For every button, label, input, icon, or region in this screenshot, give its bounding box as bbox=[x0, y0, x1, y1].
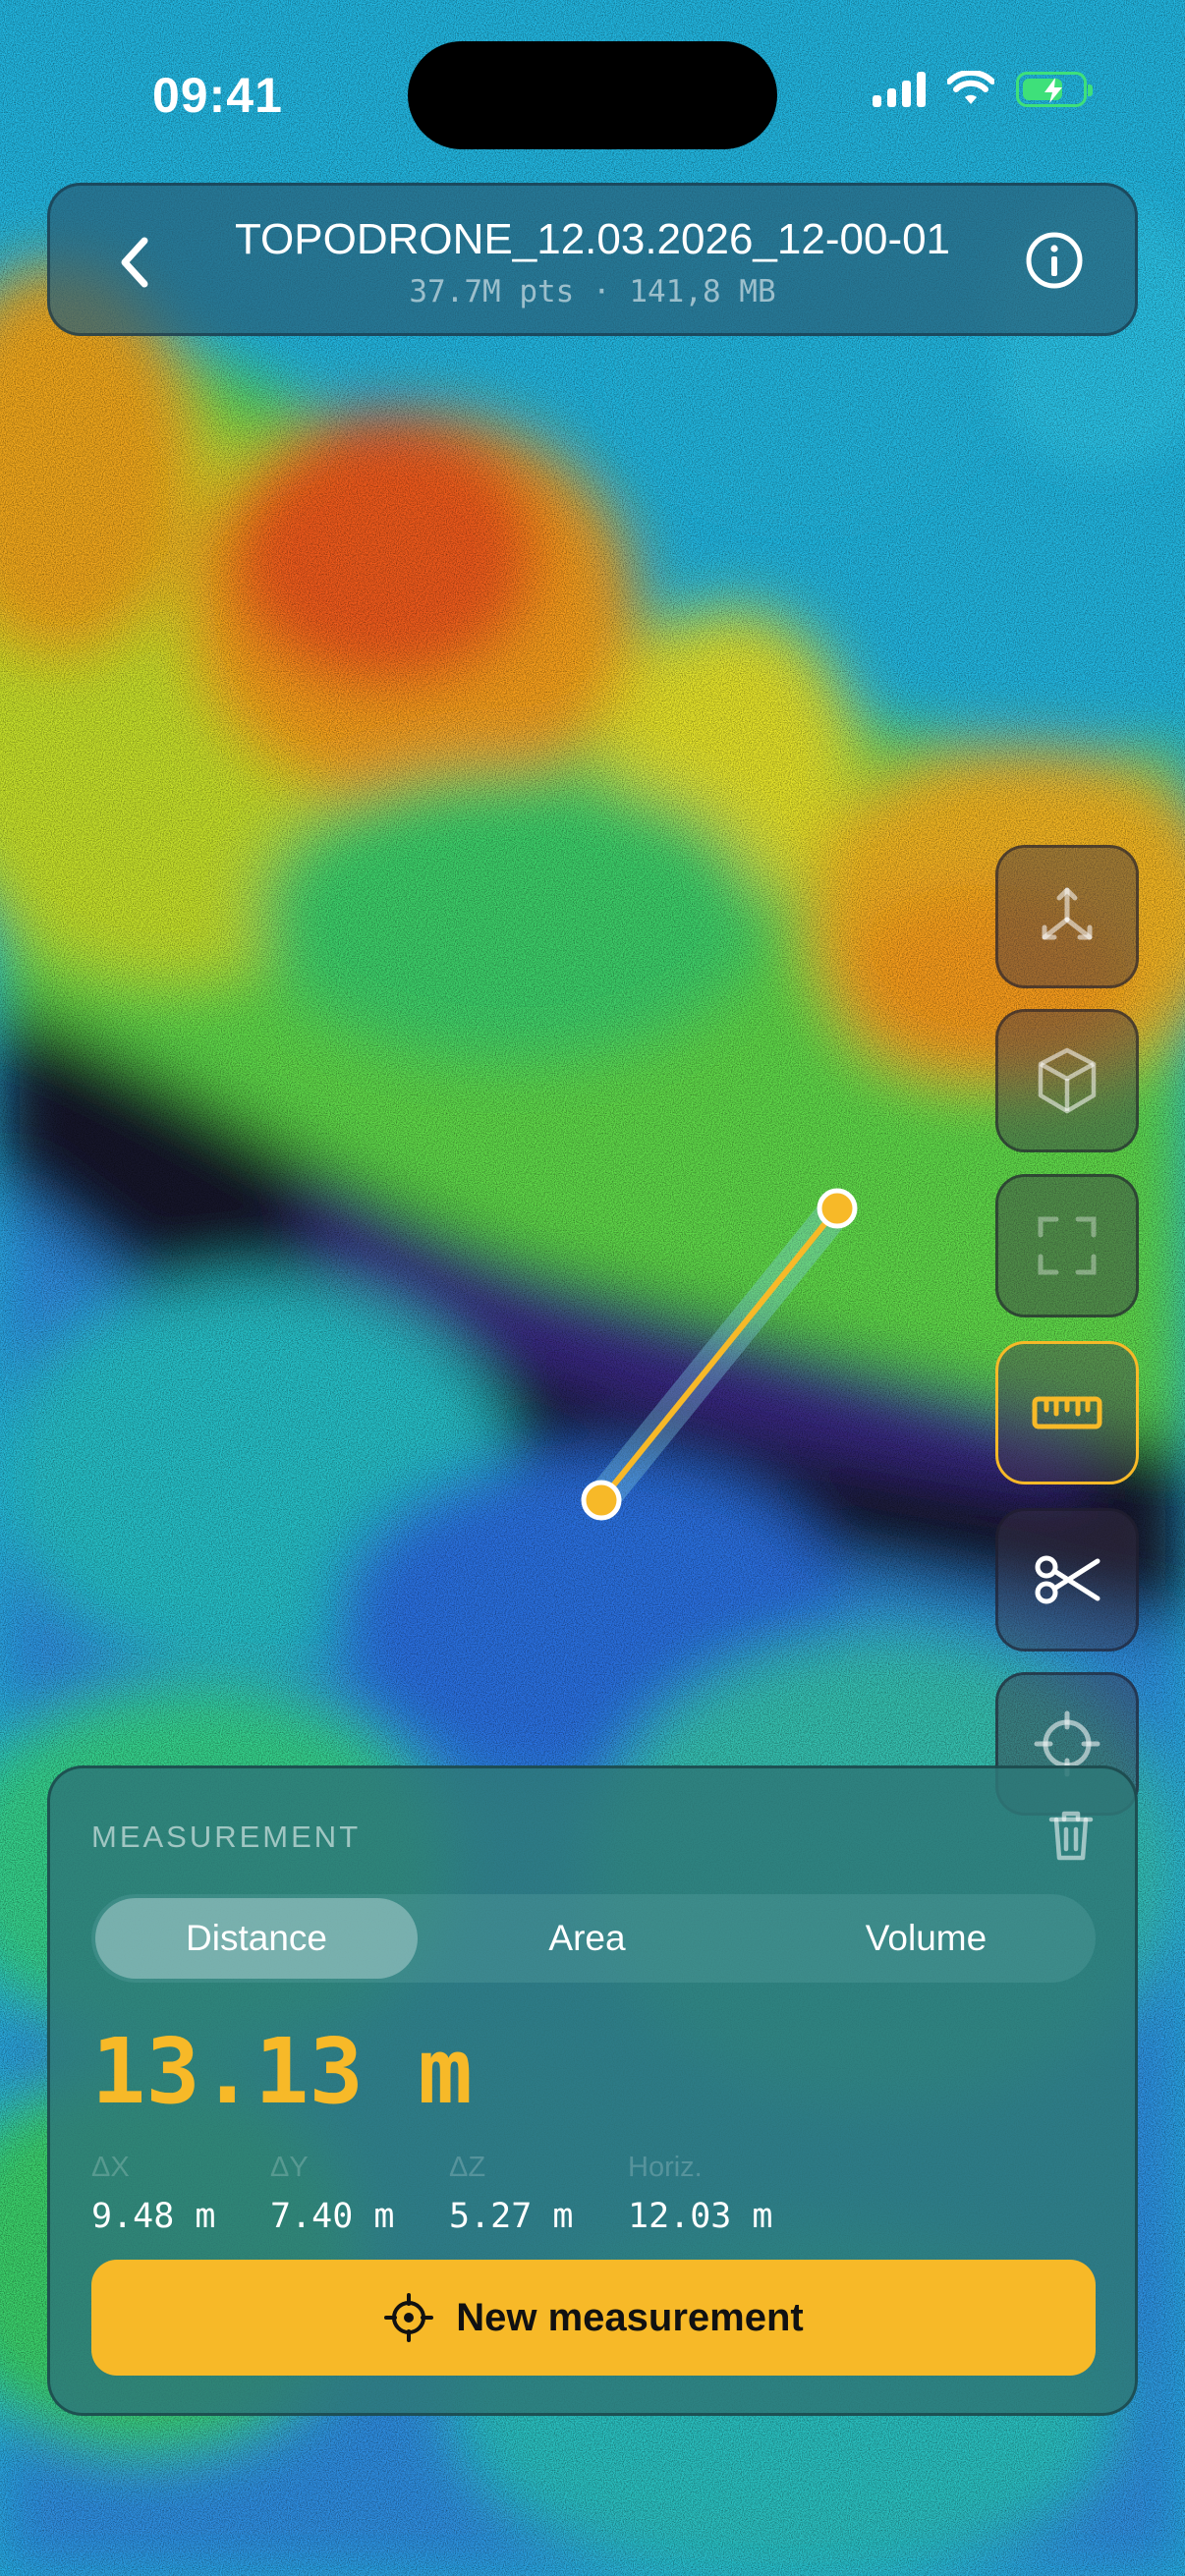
delta-z: ΔZ 5.27 m bbox=[449, 2152, 628, 2236]
ruler-icon bbox=[1032, 1396, 1102, 1429]
delta-row: ΔX 9.48 m ΔY 7.40 m ΔZ 5.27 m Horiz. 12.… bbox=[91, 2152, 807, 2236]
delta-value: 9.48 m bbox=[91, 2197, 216, 2236]
scissors-icon bbox=[1035, 1555, 1100, 1604]
battery-icon bbox=[1016, 72, 1093, 107]
tab-area[interactable]: Area bbox=[422, 1898, 753, 1979]
delta-value: 5.27 m bbox=[449, 2197, 574, 2236]
delta-label: ΔZ bbox=[449, 2152, 486, 2183]
panel-label: MEASUREMENT bbox=[91, 1820, 362, 1854]
frame-select-button[interactable] bbox=[995, 1174, 1139, 1317]
crosshair-icon bbox=[384, 2293, 434, 2342]
tab-volume[interactable]: Volume bbox=[761, 1898, 1092, 1979]
clip-tool-button[interactable] bbox=[995, 1508, 1139, 1652]
file-header: TOPODRONE_12.03.2026_12-00-01 37.7M pts … bbox=[47, 183, 1138, 336]
file-stats: 37.7M pts · 141,8 MB bbox=[409, 274, 776, 309]
delta-label: Horiz. bbox=[628, 2152, 703, 2183]
delta-x: ΔX 9.48 m bbox=[91, 2152, 270, 2236]
trash-icon[interactable] bbox=[1046, 1808, 1096, 1863]
wifi-icon bbox=[947, 71, 994, 104]
delta-value: 7.40 m bbox=[270, 2197, 395, 2236]
measurement-point-start bbox=[581, 1480, 622, 1521]
dynamic-island bbox=[408, 41, 777, 149]
new-measurement-label: New measurement bbox=[456, 2295, 804, 2339]
delta-label: ΔX bbox=[91, 2152, 130, 2183]
delta-horizontal: Horiz. 12.03 m bbox=[628, 2152, 807, 2236]
measurement-panel: MEASUREMENT Distance Area Volume 13.13 m… bbox=[47, 1765, 1138, 2416]
delta-y: ΔY 7.40 m bbox=[270, 2152, 449, 2236]
measurement-value: 13.13 m bbox=[91, 2019, 473, 2124]
info-icon[interactable] bbox=[1023, 229, 1086, 292]
axes-icon bbox=[1042, 887, 1093, 940]
frame-icon bbox=[1038, 1216, 1097, 1275]
axes-tool-button[interactable] bbox=[995, 845, 1139, 988]
cellular-signal-icon bbox=[873, 72, 926, 107]
cube-view-button[interactable] bbox=[995, 1009, 1139, 1152]
status-indicators bbox=[873, 71, 1093, 108]
delta-label: ΔY bbox=[270, 2152, 309, 2183]
file-title: TOPODRONE_12.03.2026_12-00-01 bbox=[234, 215, 951, 263]
new-measurement-button[interactable]: New measurement bbox=[91, 2260, 1096, 2376]
tab-distance[interactable]: Distance bbox=[95, 1898, 418, 1979]
measurement-type-segmented-control: Distance Area Volume bbox=[91, 1894, 1096, 1983]
cube-icon bbox=[1038, 1047, 1097, 1114]
measurement-point-end bbox=[817, 1188, 858, 1229]
delta-value: 12.03 m bbox=[628, 2197, 773, 2236]
status-time: 09:41 bbox=[152, 68, 283, 123]
ruler-measure-button[interactable] bbox=[995, 1341, 1139, 1484]
